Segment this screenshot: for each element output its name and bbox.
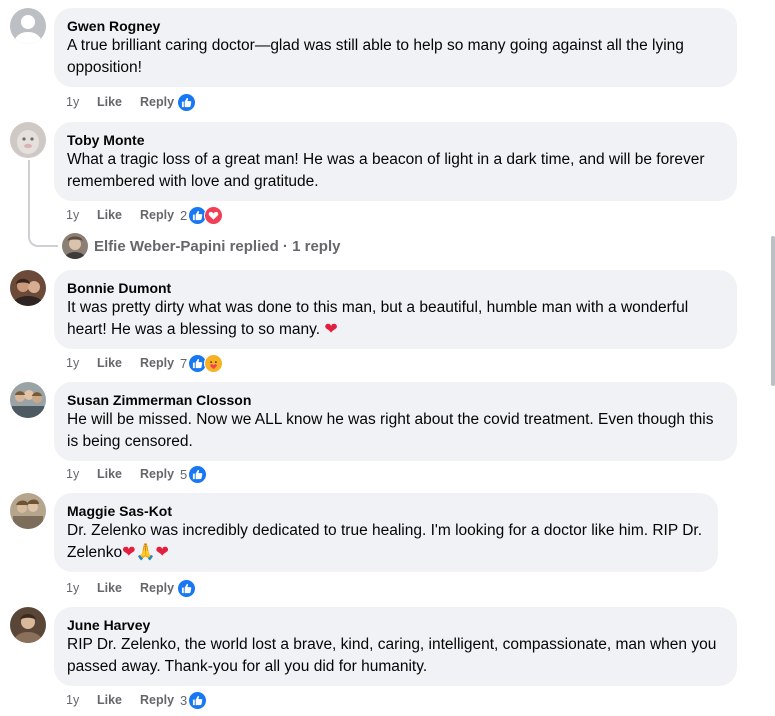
view-replies-link[interactable]: Elfie Weber-Papini replied · 1 reply <box>62 233 340 259</box>
comment-actions: 1y Like Reply 7 <box>66 353 224 373</box>
reaction-summary[interactable]: 2 <box>180 205 224 225</box>
replies-summary-text[interactable]: Elfie Weber-Papini replied · 1 reply <box>94 238 340 255</box>
comment-author[interactable]: Maggie Sas-Kot <box>67 502 705 520</box>
reaction-count: 7 <box>180 355 188 371</box>
like-reaction-icon <box>188 464 208 484</box>
comment-author[interactable]: Toby Monte <box>67 131 724 149</box>
comment-author[interactable]: Susan Zimmerman Closson <box>67 391 724 409</box>
avatar[interactable] <box>10 122 46 158</box>
thread-connector-line <box>28 160 58 247</box>
reaction-count: 2 <box>180 207 188 223</box>
love-reaction-icon <box>204 205 224 225</box>
comment-bubble: Susan Zimmerman Closson He will be misse… <box>54 382 737 461</box>
avatar[interactable] <box>10 8 46 44</box>
comment-actions: 1y Like Reply <box>66 578 196 598</box>
scrollbar[interactable] <box>771 236 775 386</box>
avatar[interactable] <box>10 493 46 529</box>
like-button[interactable]: Like <box>97 467 140 481</box>
comment-bubble: Toby Monte What a tragic loss of a great… <box>54 122 737 201</box>
comment-timestamp[interactable]: 1y <box>66 95 97 109</box>
reaction-summary[interactable]: 7 <box>180 353 224 373</box>
heart-emoji: ❤ <box>324 321 338 338</box>
comment-author[interactable]: Gwen Rogney <box>67 17 724 35</box>
comment-bubble: June Harvey RIP Dr. Zelenko, the world l… <box>54 607 737 686</box>
reaction-summary[interactable] <box>177 92 196 112</box>
comment-bubble: Maggie Sas-Kot Dr. Zelenko was incredibl… <box>54 493 718 572</box>
like-button[interactable]: Like <box>97 95 140 109</box>
reaction-summary[interactable] <box>177 578 196 598</box>
comment-text: He will be missed. Now we ALL know he wa… <box>67 411 714 450</box>
reply-button[interactable]: Reply <box>140 356 184 370</box>
heart-pray-heart-emoji: ❤🙏❤ <box>122 544 169 561</box>
comment-bubble: Gwen Rogney A true brilliant caring doct… <box>54 8 737 87</box>
reaction-count: 5 <box>180 466 188 482</box>
comment-text-body: It was pretty dirty what was done to thi… <box>67 299 689 338</box>
reaction-summary[interactable]: 3 <box>180 690 208 710</box>
comment-author[interactable]: Bonnie Dumont <box>67 279 724 297</box>
comment-actions: 1y Like Reply 5 <box>66 464 208 484</box>
comment-author[interactable]: June Harvey <box>67 616 724 634</box>
like-reaction-icon <box>188 690 208 710</box>
comment-timestamp[interactable]: 1y <box>66 581 97 595</box>
comment-timestamp[interactable]: 1y <box>66 693 97 707</box>
avatar[interactable] <box>10 607 46 643</box>
like-button[interactable]: Like <box>97 208 140 222</box>
comment-actions: 1y Like Reply 3 <box>66 690 208 710</box>
like-reaction-icon <box>177 92 196 112</box>
comment-actions: 1y Like Reply <box>66 92 196 112</box>
comment-timestamp[interactable]: 1y <box>66 467 97 481</box>
like-reaction-icon <box>177 578 196 598</box>
comment-actions: 1y Like Reply 2 <box>66 205 224 225</box>
care-reaction-icon <box>204 353 224 373</box>
comment-text: A true brilliant caring doctor—glad was … <box>67 37 684 76</box>
comment-text: RIP Dr. Zelenko, the world lost a brave,… <box>67 636 717 675</box>
avatar[interactable] <box>10 270 46 306</box>
reply-button[interactable]: Reply <box>140 693 184 707</box>
comment-bubble: Bonnie Dumont It was pretty dirty what w… <box>54 270 737 349</box>
reaction-count: 3 <box>180 692 188 708</box>
comment-text: What a tragic loss of a great man! He wa… <box>67 151 705 190</box>
avatar[interactable] <box>10 382 46 418</box>
reaction-summary[interactable]: 5 <box>180 464 208 484</box>
like-button[interactable]: Like <box>97 581 140 595</box>
like-button[interactable]: Like <box>97 693 140 707</box>
reply-button[interactable]: Reply <box>140 208 184 222</box>
comment-timestamp[interactable]: 1y <box>66 356 97 370</box>
like-button[interactable]: Like <box>97 356 140 370</box>
comment-text: Dr. Zelenko was incredibly dedicated to … <box>67 520 705 564</box>
comment-timestamp[interactable]: 1y <box>66 208 97 222</box>
comment-text: It was pretty dirty what was done to thi… <box>67 297 724 341</box>
reply-button[interactable]: Reply <box>140 467 184 481</box>
avatar <box>62 233 88 259</box>
